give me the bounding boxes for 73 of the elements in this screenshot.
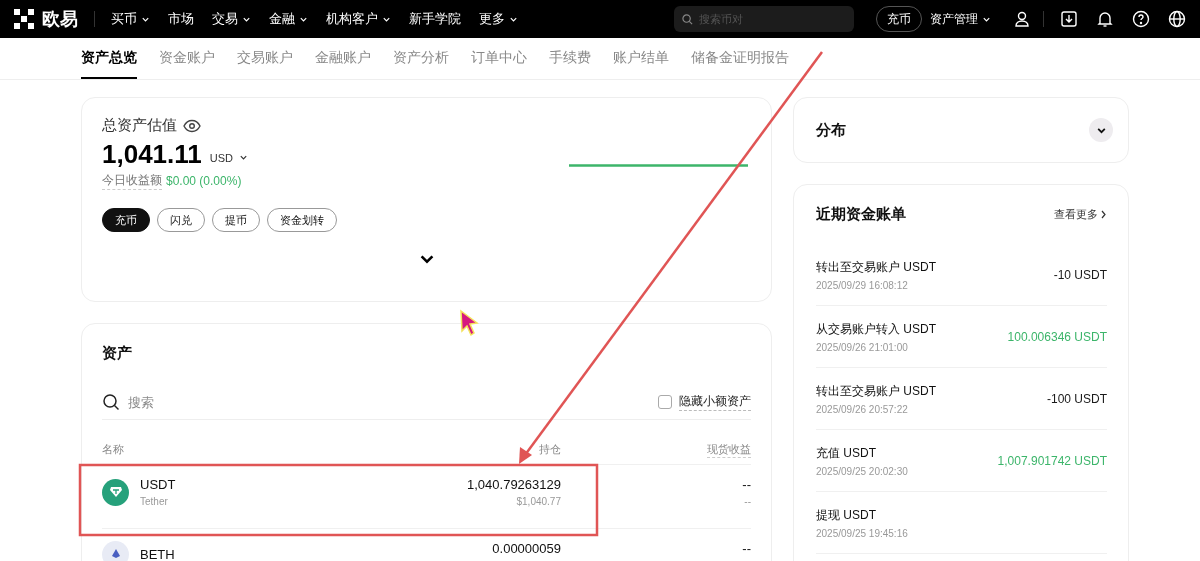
nav-item[interactable]: 买币: [111, 10, 150, 28]
spot-pnl-sub: --: [744, 496, 751, 507]
eye-icon[interactable]: [183, 118, 201, 133]
spot-pnl: --: [742, 541, 751, 556]
tab[interactable]: 订单中心: [471, 38, 527, 79]
search-icon: [682, 13, 693, 25]
tab[interactable]: 手续费: [549, 38, 591, 79]
view-more-link[interactable]: 查看更多: [1054, 207, 1107, 222]
tab[interactable]: 资金账户: [159, 38, 215, 79]
chevron-down-icon: [239, 153, 248, 162]
coin-name: Tether: [140, 496, 168, 507]
user-icon[interactable]: [1013, 10, 1031, 28]
pnl-value: $0.00 (0.00%): [166, 174, 242, 188]
holding-amount: 1,040.79263129: [467, 477, 561, 492]
globe-icon[interactable]: [1168, 10, 1186, 28]
tab[interactable]: 交易账户: [237, 38, 293, 79]
nav-item[interactable]: 新手学院: [409, 10, 461, 28]
currency-selector[interactable]: USD: [209, 151, 248, 164]
nav-item[interactable]: 金融: [269, 10, 308, 28]
bill-amount: -100 USDT: [1046, 391, 1107, 406]
bill-title: 充值 USDT: [816, 444, 876, 462]
bill-title: 提现 USDT: [816, 506, 876, 524]
bill-time: 2025/09/29 16:08:12: [816, 279, 908, 291]
tab[interactable]: 资产总览: [81, 38, 137, 79]
total-value: 1,041.11: [102, 139, 202, 170]
tab[interactable]: 储备金证明报告: [691, 38, 789, 79]
tab[interactable]: 资产分析: [393, 38, 449, 79]
bills-title: 近期资金账单: [816, 205, 906, 224]
nav-item[interactable]: 交易: [212, 10, 251, 28]
bill-amount: -10 USDT: [1053, 267, 1107, 282]
download-icon[interactable]: [1060, 10, 1078, 28]
distribution-title: 分布: [816, 120, 846, 140]
cursor-icon: [460, 309, 479, 337]
deposit-button[interactable]: 充币: [876, 6, 922, 32]
help-icon[interactable]: [1132, 10, 1150, 28]
bill-time: 2025/09/25 20:02:30: [816, 465, 908, 477]
tab[interactable]: 账户结单: [613, 38, 669, 79]
bill-title: 转出至交易账户 USDT: [816, 382, 936, 400]
bill-time: 2025/09/26 20:57:22: [816, 403, 908, 415]
action-button[interactable]: 闪兑: [157, 208, 205, 232]
nav-item[interactable]: 机构客户: [326, 10, 391, 28]
search-icon: [102, 393, 120, 411]
checkbox[interactable]: [658, 395, 672, 409]
chevron-right-icon: [1100, 210, 1107, 219]
assets-title: 资产: [102, 344, 132, 361]
holding-amount: 0.00000059: [492, 541, 561, 556]
column-header: 现货收益: [707, 442, 751, 458]
action-button[interactable]: 提币: [212, 208, 260, 232]
holding-value: $1,040.77: [516, 496, 561, 507]
pnl-label: 今日收益额: [102, 172, 162, 190]
tab[interactable]: 金融账户: [315, 38, 371, 79]
action-button[interactable]: 充币: [102, 208, 150, 232]
bill-time: 2025/09/25 19:45:16: [816, 527, 908, 539]
column-header: 名称: [102, 442, 125, 457]
overview-title: 总资产估值: [102, 116, 177, 135]
hide-small-label: 隐藏小额资产: [679, 393, 751, 411]
bell-icon[interactable]: [1096, 10, 1114, 28]
coin-symbol: USDT: [140, 477, 176, 492]
bill-time: 2025/09/26 21:01:00: [816, 341, 908, 353]
logo-text: 欧易: [42, 8, 78, 31]
bill-title: 从交易账户转入 USDT: [816, 320, 936, 338]
bill-amount: 1,007.901742 USDT: [997, 453, 1107, 468]
logo-icon: [14, 9, 36, 29]
coin-symbol: BETH: [140, 547, 175, 561]
nav-item[interactable]: 市场: [168, 10, 194, 28]
action-button[interactable]: 资金划转: [267, 208, 337, 232]
coin-icon: [102, 478, 129, 506]
bill-title: 转出至交易账户 USDT: [816, 258, 936, 276]
nav-item[interactable]: 更多: [479, 10, 518, 28]
column-header: 持仓: [538, 442, 561, 457]
bill-amount: 100.006346 USDT: [1007, 329, 1107, 344]
asset-management-menu[interactable]: 资产管理: [930, 10, 991, 28]
spot-pnl: --: [742, 477, 751, 492]
